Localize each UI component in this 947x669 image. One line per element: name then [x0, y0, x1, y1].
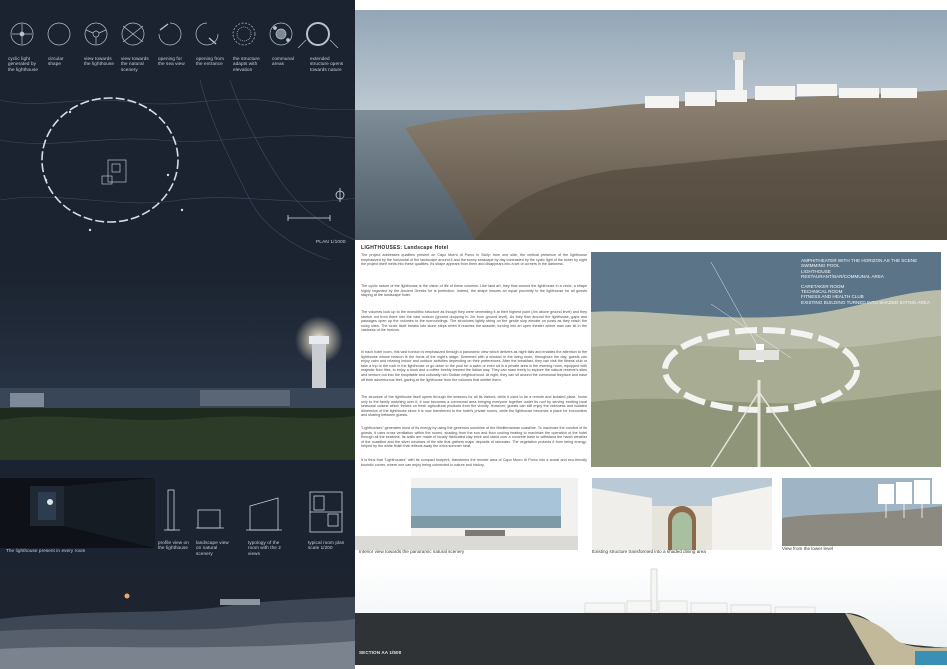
entrance-opening-icon — [195, 22, 219, 46]
night-lighthouse-photo — [0, 270, 355, 460]
section-label: SECTION AA 1/500 — [359, 650, 402, 655]
concept-label-2: circular shape — [48, 56, 64, 67]
landscape-view-icon — [196, 509, 224, 529]
article-title: LIGHTHOUSES: Landscape Hotel — [361, 245, 449, 251]
concept-label-1: cyclic light generated by the lighthouse — [8, 56, 39, 72]
cyclic-light-icon — [10, 22, 34, 46]
communal-areas-icon — [269, 22, 293, 46]
paragraph-2: The cyclic nature of the lighthouse is t… — [361, 284, 587, 298]
room-typology-diagrams — [164, 489, 343, 533]
room-interior-photo — [0, 478, 155, 548]
photo-caption-1: Interior view towards the panoramic natu… — [359, 549, 465, 554]
extended-structure-icon — [297, 22, 339, 49]
right-panel: LIGHTHOUSES: Landscape Hotel The project… — [355, 0, 947, 669]
concept-label-9: extended structure opens towards nature — [310, 56, 344, 72]
profile-view-icon — [164, 489, 180, 531]
elevation-icon — [232, 22, 256, 46]
room-label-2: landscape view on natural scenery — [196, 540, 229, 556]
room-typology-icon — [246, 497, 282, 531]
paragraph-5: The structure of the lighthouse itself o… — [361, 395, 587, 418]
plan-label: PLAN 1/1000 — [316, 240, 346, 245]
scale-bar — [287, 215, 331, 221]
lighthouse-caption: The lighthouse present in every room — [6, 548, 86, 553]
concept-label-3: view towards the lighthouse — [84, 56, 115, 67]
concept-icons-row — [10, 22, 339, 49]
interior-view-photo — [355, 478, 578, 550]
concept-label-4: view towards the natural scenery — [121, 56, 149, 72]
lower-level-photo — [782, 478, 942, 546]
photo-caption-3: View from the lower level — [782, 546, 833, 551]
room-plan-icon — [309, 491, 343, 533]
concept-label-7: the structure adapts with elevation — [233, 56, 260, 72]
sea-view-opening-icon — [158, 22, 182, 46]
room-label-1: profile view on the lighthouse — [158, 540, 189, 551]
room-label-4: typical room plan scale 1/200 — [308, 540, 345, 551]
left-panel: cyclic light generated by the lighthouse… — [0, 0, 355, 669]
paragraph-4: In each hotel room, this vast horizon is… — [361, 350, 587, 382]
paragraph-7: It is thus that "Lighthouses" with its c… — [361, 458, 587, 467]
paragraph-6: "Lighthouses" generates most of its ener… — [361, 426, 587, 449]
paragraph-1: The project addresses qualities present … — [361, 253, 587, 267]
circular-shape-icon — [47, 22, 71, 46]
concept-label-5: opening for the sea view — [158, 56, 185, 67]
legend-item-8: EXISTING BUILDING TURNED INTO SHADED EAT… — [801, 299, 930, 305]
photo-caption-2: Existing structure transformed into a sh… — [592, 549, 706, 554]
room-label-3: typology of the room with the 2 views — [248, 540, 281, 556]
cliff-render-photo — [355, 10, 947, 240]
concept-label-8: communal areas — [272, 56, 294, 67]
concept-label-6: opening from the entrance — [196, 56, 225, 67]
night-landscape-photo — [0, 569, 355, 669]
view-lighthouse-icon — [84, 22, 108, 46]
section-drawing — [355, 565, 947, 665]
dining-area-photo — [592, 478, 772, 550]
aerial-legend: AMPHITHEATER WITH THE HORIZON AS THE SCE… — [801, 258, 941, 305]
paragraph-3: The volumes look up to the monolithic st… — [361, 310, 587, 333]
view-scenery-icon — [121, 22, 145, 46]
site-plan — [0, 80, 355, 260]
legend-item-4: RESTAURANT/BAR/COMMUNAL AREA — [801, 274, 884, 280]
plan-lighthouse-block — [107, 159, 127, 183]
